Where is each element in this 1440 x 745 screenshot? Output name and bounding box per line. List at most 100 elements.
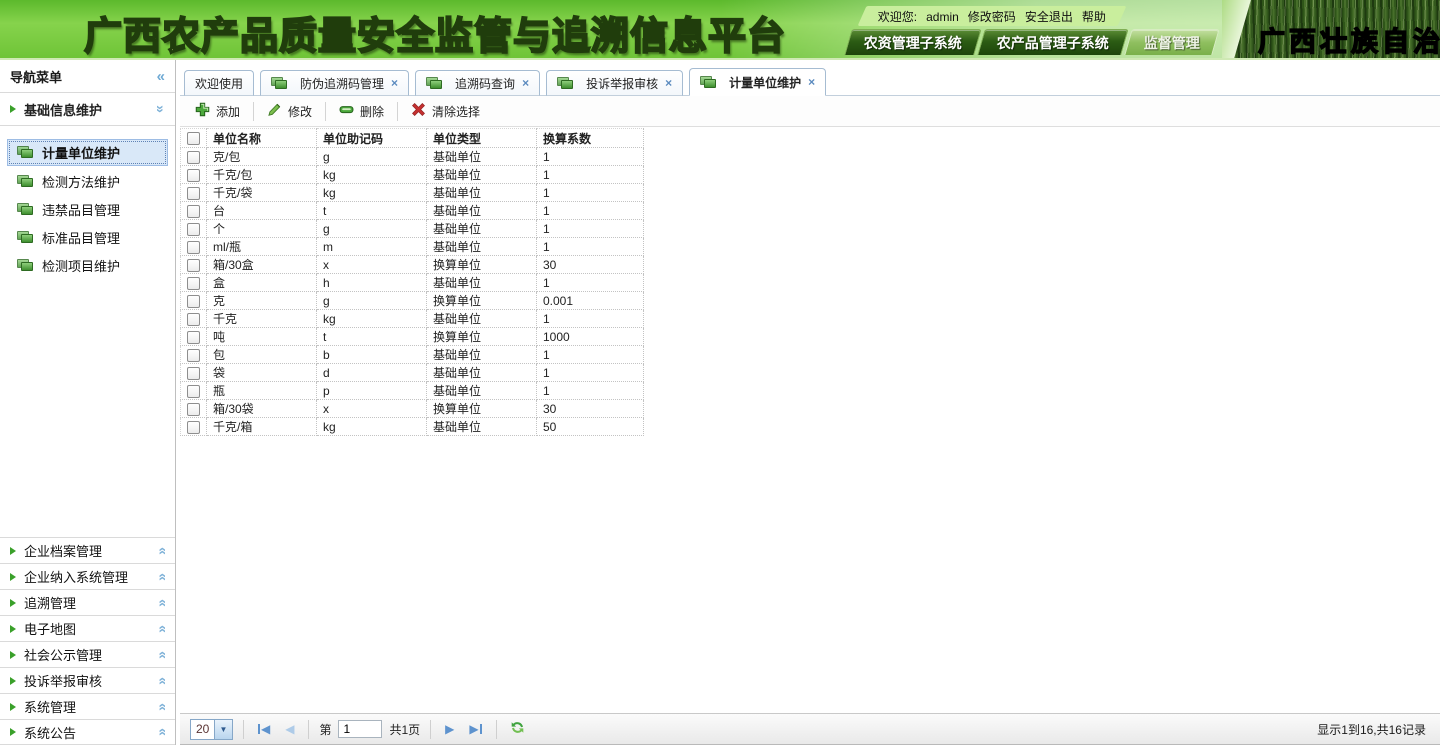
sidebar-section-basic-info[interactable]: 基础信息维护 » xyxy=(0,93,175,126)
sidebar-section-collapsed[interactable]: 追溯管理» xyxy=(0,589,175,615)
row-checkbox[interactable] xyxy=(187,223,200,236)
table-row[interactable]: 吨t换算单位1000 xyxy=(181,328,644,346)
select-all-checkbox[interactable] xyxy=(187,132,200,145)
table-row[interactable]: 千克kg基础单位1 xyxy=(181,310,644,328)
table-row[interactable]: 箱/30盒x换算单位30 xyxy=(181,256,644,274)
chevron-down-icon[interactable]: » xyxy=(154,703,168,711)
unit-type-cell: 基础单位 xyxy=(427,202,537,220)
main-tab[interactable]: 欢迎使用 xyxy=(184,70,254,96)
table-row[interactable]: 千克/箱kg基础单位50 xyxy=(181,418,644,436)
chevron-down-icon[interactable]: » xyxy=(154,547,168,555)
table-row[interactable]: 盒h基础单位1 xyxy=(181,274,644,292)
main-tab[interactable]: 追溯码查询× xyxy=(415,70,540,96)
chevron-down-icon[interactable]: » xyxy=(154,728,168,736)
unit-name-cell: 吨 xyxy=(207,328,317,346)
header-link-帮助[interactable]: 帮助 xyxy=(1082,8,1106,25)
sidebar-section-collapsed[interactable]: 系统管理» xyxy=(0,693,175,719)
page-number-input[interactable] xyxy=(338,720,382,738)
table-header-row: 单位名称 单位助记码 单位类型 换算系数 xyxy=(181,129,644,148)
main-tab[interactable]: 防伪追溯码管理× xyxy=(260,70,409,96)
sidebar-item[interactable]: 检测方法维护 xyxy=(0,167,175,195)
row-checkbox[interactable] xyxy=(187,169,200,182)
column-header-unit-name[interactable]: 单位名称 xyxy=(207,129,317,148)
sidebar-item[interactable]: 标准品目管理 xyxy=(0,223,175,251)
row-checkbox[interactable] xyxy=(187,385,200,398)
delete-button[interactable]: 删除 xyxy=(328,99,395,123)
row-checkbox[interactable] xyxy=(187,331,200,344)
column-header-conversion-factor[interactable]: 换算系数 xyxy=(537,129,644,148)
first-page-button[interactable]: ◀ xyxy=(254,722,274,736)
row-checkbox-cell xyxy=(181,292,207,310)
header-link-安全退出[interactable]: 安全退出 xyxy=(1025,8,1073,25)
subsystem-tab[interactable]: 农资管理子系统 xyxy=(844,29,981,55)
row-checkbox[interactable] xyxy=(187,187,200,200)
table-row[interactable]: 袋d基础单位1 xyxy=(181,364,644,382)
chevron-down-icon[interactable]: » xyxy=(154,651,168,659)
main-tab[interactable]: 计量单位维护× xyxy=(689,68,826,96)
refresh-button[interactable] xyxy=(507,720,528,738)
subsystem-tab[interactable]: 农产品管理子系统 xyxy=(977,29,1128,55)
close-icon[interactable]: × xyxy=(808,75,815,89)
row-checkbox[interactable] xyxy=(187,151,200,164)
row-checkbox[interactable] xyxy=(187,313,200,326)
table-row[interactable]: 个g基础单位1 xyxy=(181,220,644,238)
clear-selection-button[interactable]: 清除选择 xyxy=(400,99,491,123)
close-icon[interactable]: × xyxy=(522,76,529,90)
chevron-down-icon[interactable]: » xyxy=(154,599,168,607)
sidebar-collapse-icon[interactable]: « xyxy=(157,69,165,84)
prev-page-button[interactable]: ◀ xyxy=(281,722,298,736)
table-row[interactable]: ml/瓶m基础单位1 xyxy=(181,238,644,256)
sidebar-section-collapsed[interactable]: 企业纳入系统管理» xyxy=(0,563,175,589)
table-row[interactable]: 箱/30袋x换算单位30 xyxy=(181,400,644,418)
section-label: 企业档案管理 xyxy=(24,541,102,560)
folder-icon xyxy=(426,77,443,90)
subsystem-tab[interactable]: 监督管理 xyxy=(1124,29,1219,55)
page-size-select[interactable]: 20 ▼ xyxy=(190,719,233,740)
sidebar-section-collapsed[interactable]: 电子地图» xyxy=(0,615,175,641)
sidebar-item[interactable]: 计量单位维护 xyxy=(7,139,168,166)
chevron-up-icon[interactable]: » xyxy=(154,105,168,113)
add-button[interactable]: 添加 xyxy=(184,99,251,123)
row-checkbox[interactable] xyxy=(187,403,200,416)
table-row[interactable]: 千克/袋kg基础单位1 xyxy=(181,184,644,202)
chevron-down-icon[interactable]: » xyxy=(154,625,168,633)
close-icon[interactable]: × xyxy=(391,76,398,90)
sidebar-section-collapsed[interactable]: 投诉举报审核» xyxy=(0,667,175,693)
table-row[interactable]: 克/包g基础单位1 xyxy=(181,148,644,166)
column-header-mnemonic-code[interactable]: 单位助记码 xyxy=(317,129,427,148)
row-checkbox[interactable] xyxy=(187,277,200,290)
row-checkbox[interactable] xyxy=(187,259,200,272)
row-checkbox[interactable] xyxy=(187,241,200,254)
clear-selection-label: 清除选择 xyxy=(432,103,480,120)
close-icon[interactable]: × xyxy=(665,76,672,90)
header-link-修改密码[interactable]: 修改密码 xyxy=(968,8,1016,25)
arrow-icon xyxy=(10,625,16,633)
next-page-button[interactable]: ▶ xyxy=(441,722,458,736)
edit-button[interactable]: 修改 xyxy=(256,99,323,123)
table-row[interactable]: 千克/包kg基础单位1 xyxy=(181,166,644,184)
conversion-factor-cell: 30 xyxy=(537,400,644,418)
column-header-unit-type[interactable]: 单位类型 xyxy=(427,129,537,148)
sidebar-section-collapsed[interactable]: 社会公示管理» xyxy=(0,641,175,667)
row-checkbox[interactable] xyxy=(187,205,200,218)
dropdown-arrow-icon[interactable]: ▼ xyxy=(214,720,232,739)
table-row[interactable]: 瓶p基础单位1 xyxy=(181,382,644,400)
last-page-button[interactable]: ▶ xyxy=(465,722,485,736)
mnemonic-code-cell: d xyxy=(317,364,427,382)
row-checkbox[interactable] xyxy=(187,367,200,380)
sidebar-item[interactable]: 检测项目维护 xyxy=(0,251,175,279)
chevron-down-icon[interactable]: » xyxy=(154,677,168,685)
folder-front xyxy=(704,79,716,88)
main-tab-label: 投诉举报审核 xyxy=(586,75,658,92)
row-checkbox[interactable] xyxy=(187,349,200,362)
row-checkbox[interactable] xyxy=(187,295,200,308)
table-row[interactable]: 克g换算单位0.001 xyxy=(181,292,644,310)
table-row[interactable]: 台t基础单位1 xyxy=(181,202,644,220)
table-row[interactable]: 包b基础单位1 xyxy=(181,346,644,364)
row-checkbox[interactable] xyxy=(187,421,200,434)
sidebar-item[interactable]: 违禁品目管理 xyxy=(0,195,175,223)
sidebar-section-collapsed[interactable]: 系统公告» xyxy=(0,719,175,745)
main-tab[interactable]: 投诉举报审核 × xyxy=(546,70,683,96)
sidebar-section-collapsed[interactable]: 企业档案管理 » xyxy=(0,537,175,563)
chevron-down-icon[interactable]: » xyxy=(154,573,168,581)
